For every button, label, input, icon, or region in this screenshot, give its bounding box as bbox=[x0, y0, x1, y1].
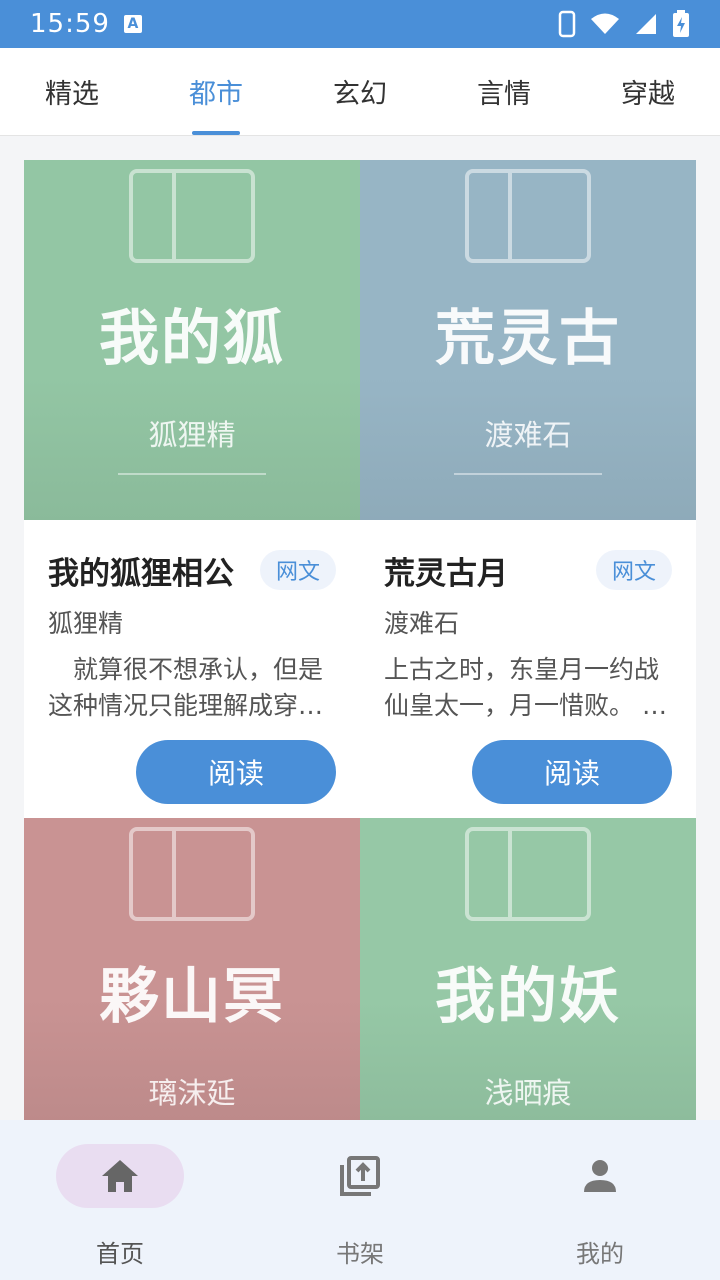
book-info: 荒灵古月 网文 渡难石 上古之时，东皇月一约战仙皇太一，月一惜败。 … 阅读 bbox=[360, 520, 696, 818]
nav-label: 书架 bbox=[336, 1240, 384, 1268]
cover-divider bbox=[454, 473, 602, 475]
book-card[interactable]: 我的妖 浅晒痕 bbox=[360, 818, 696, 1120]
tab-fantasy[interactable]: 玄幻 bbox=[288, 48, 432, 135]
open-book-icon bbox=[465, 169, 591, 263]
book-author: 狐狸精 bbox=[48, 609, 124, 638]
cover-title: 荒灵古 bbox=[435, 304, 621, 374]
home-icon bbox=[102, 1160, 138, 1192]
book-cover[interactable]: 我的妖 浅晒痕 bbox=[360, 818, 696, 1120]
nav-home[interactable]: 首页 bbox=[0, 1120, 240, 1280]
read-button[interactable]: 阅读 bbox=[136, 740, 336, 804]
open-book-icon bbox=[465, 827, 591, 921]
status-icons bbox=[558, 10, 690, 38]
tab-featured[interactable]: 精选 bbox=[0, 48, 144, 135]
nav-label: 首页 bbox=[96, 1240, 144, 1268]
book-card[interactable]: 夥山冥 璃沫延 bbox=[24, 818, 360, 1120]
cover-author: 璃沫延 bbox=[148, 1076, 236, 1110]
book-card[interactable]: 荒灵古 渡难石 荒灵古月 网文 渡难石 上古之时，东皇月一约战仙皇太一，月一惜败… bbox=[360, 160, 696, 818]
bottom-navigation: 首页 书架 我的 bbox=[0, 1120, 720, 1280]
read-button[interactable]: 阅读 bbox=[472, 740, 672, 804]
battery-icon bbox=[673, 10, 689, 37]
nav-profile[interactable]: 我的 bbox=[480, 1120, 720, 1280]
cover-author: 狐狸精 bbox=[148, 418, 236, 452]
tab-time-travel[interactable]: 穿越 bbox=[576, 48, 720, 135]
book-cover[interactable]: 夥山冥 璃沫延 bbox=[24, 818, 360, 1120]
status-bar: 15:59 A bbox=[0, 0, 720, 48]
nav-label: 我的 bbox=[576, 1240, 624, 1268]
status-time: 15:59 bbox=[30, 9, 110, 39]
bookshelf-icon bbox=[340, 1156, 380, 1196]
genre-tag: 网文 bbox=[259, 550, 336, 590]
profile-icon bbox=[584, 1160, 616, 1192]
wifi-icon bbox=[591, 13, 619, 34]
active-tab-indicator bbox=[192, 131, 240, 135]
book-title: 荒灵古月 bbox=[384, 556, 508, 592]
book-title: 我的狐狸相公 bbox=[48, 556, 234, 592]
cover-title: 我的狐 bbox=[99, 304, 285, 374]
tab-urban[interactable]: 都市 bbox=[144, 48, 288, 135]
cover-divider bbox=[118, 473, 266, 475]
tab-romance[interactable]: 言情 bbox=[432, 48, 576, 135]
cover-author: 渡难石 bbox=[484, 418, 572, 452]
book-info: 我的狐狸相公 网文 狐狸精 就算很不想承认，但是这种情况只能理解成穿… 阅读 bbox=[24, 520, 360, 818]
nav-bookshelf[interactable]: 书架 bbox=[240, 1120, 480, 1280]
book-description: 就算很不想承认，但是这种情况只能理解成穿… bbox=[48, 655, 324, 720]
book-description: 上古之时，东皇月一约战仙皇太一，月一惜败。 … bbox=[384, 655, 667, 720]
cover-author: 浅晒痕 bbox=[484, 1076, 572, 1110]
signal-icon bbox=[636, 14, 656, 34]
open-book-icon bbox=[129, 169, 255, 263]
phone-icon bbox=[558, 10, 576, 38]
nav-active-pill bbox=[56, 1144, 184, 1208]
genre-tag: 网文 bbox=[595, 550, 672, 590]
book-cover[interactable]: 荒灵古 渡难石 bbox=[360, 160, 696, 520]
notification-a-icon: A bbox=[123, 15, 142, 33]
book-card[interactable]: 我的狐 狐狸精 我的狐狸相公 网文 狐狸精 就算很不想承认，但是这种情况只能理解… bbox=[24, 160, 360, 818]
open-book-icon bbox=[129, 827, 255, 921]
category-tabs: 精选 都市 玄幻 言情 穿越 bbox=[0, 48, 720, 136]
book-author: 渡难石 bbox=[384, 609, 460, 638]
cover-title: 我的妖 bbox=[435, 962, 621, 1032]
cover-title: 夥山冥 bbox=[99, 962, 285, 1032]
book-cover[interactable]: 我的狐 狐狸精 bbox=[24, 160, 360, 520]
